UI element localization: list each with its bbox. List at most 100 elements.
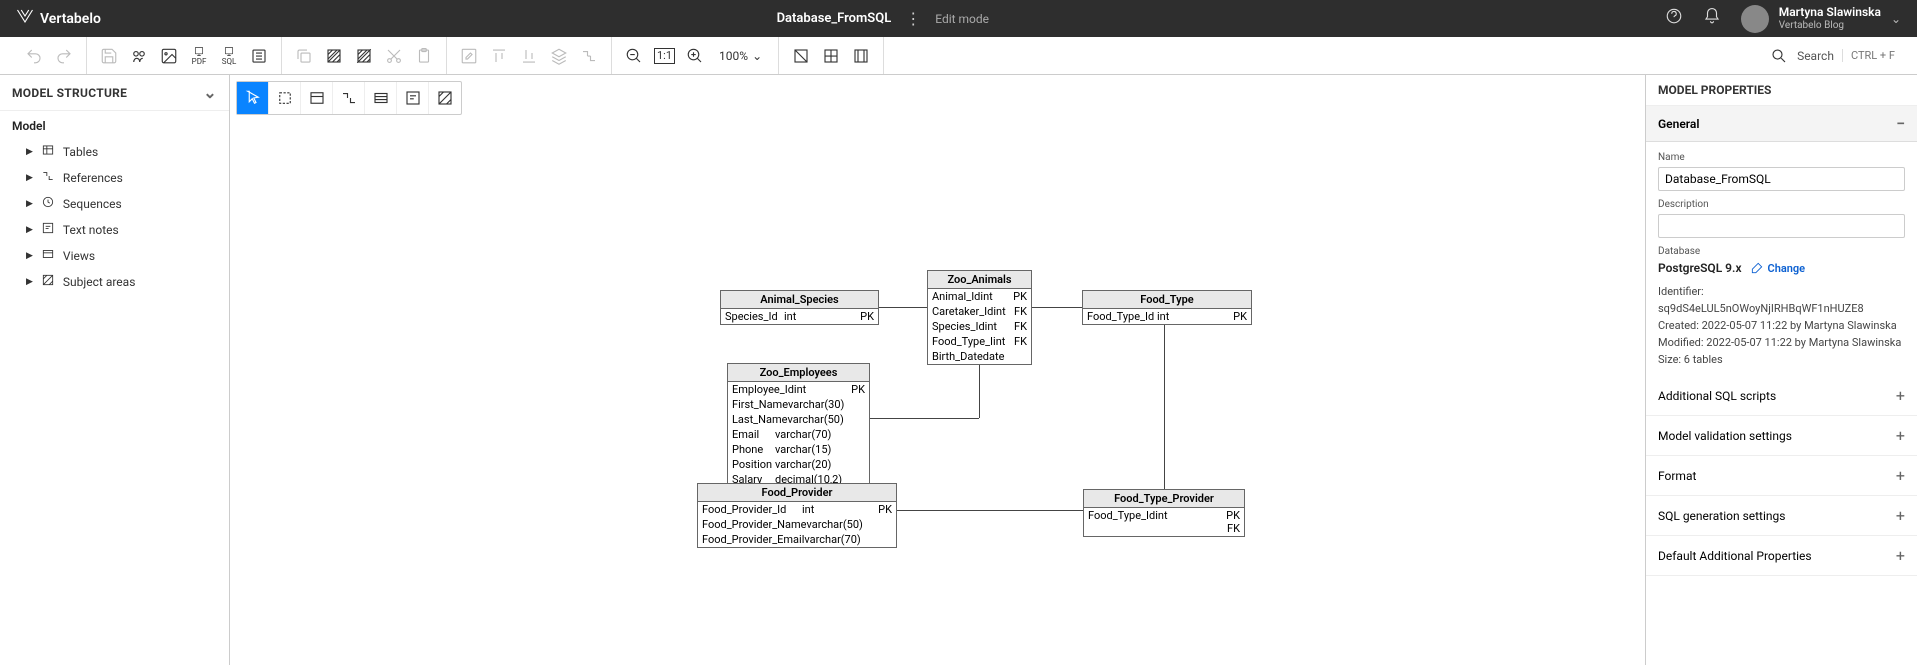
redo-icon[interactable] <box>54 46 74 66</box>
logo[interactable]: Vertabelo <box>16 7 101 30</box>
table-tool[interactable] <box>301 82 333 114</box>
share-icon[interactable] <box>129 46 149 66</box>
logo-icon <box>16 7 34 30</box>
tree-root[interactable]: Model <box>12 119 217 133</box>
align-top-icon[interactable] <box>489 46 509 66</box>
er-table-food_type[interactable]: Food_TypeFood_Type_IdintPK <box>1082 290 1252 325</box>
er-table-zoo_animals[interactable]: Zoo_AnimalsAnimal_IdintPKCaretaker_Idint… <box>927 270 1032 365</box>
general-section-header[interactable]: General − <box>1646 106 1917 142</box>
more-icon[interactable]: ⋮ <box>905 9 921 28</box>
view-tool[interactable] <box>365 82 397 114</box>
created-meta: Created: 2022-05-07 11:22 by Martyna Sla… <box>1658 319 1905 332</box>
reference-tool[interactable] <box>333 82 365 114</box>
search-icon[interactable] <box>1769 46 1789 66</box>
default-additional-section[interactable]: Default Additional Properties + <box>1646 536 1917 576</box>
identifier-value: sq9dS4eLUL5nOWoyNjIRHBqWF1nHUZE8 <box>1658 302 1905 315</box>
er-table-header: Food_Type_Provider <box>1084 490 1244 508</box>
format-section[interactable]: Format + <box>1646 456 1917 496</box>
er-column: Food_Provider_Namevarchar(50) <box>698 517 896 532</box>
image-icon[interactable] <box>159 46 179 66</box>
sql-generation-section[interactable]: SQL generation settings + <box>1646 496 1917 536</box>
topbar-right: Martyna Slawinska Vertabelo Blog ⌄ <box>1665 5 1901 33</box>
select-tool[interactable] <box>269 82 301 114</box>
expand-icon: ▶ <box>26 225 33 235</box>
validation-section[interactable]: Model validation settings + <box>1646 416 1917 456</box>
table-icon <box>41 143 55 161</box>
product-name: Vertabelo <box>40 11 101 27</box>
model-properties-title: MODEL PROPERTIES <box>1646 75 1917 106</box>
expand-icon: ▶ <box>26 199 33 209</box>
er-table-header: Animal_Species <box>721 291 878 309</box>
tree-item-references[interactable]: ▶ References <box>12 165 217 191</box>
zoom-fit-icon[interactable]: 1:1 <box>654 48 675 64</box>
model-structure-header[interactable]: MODEL STRUCTURE ⌄ <box>0 75 229 111</box>
save-icon[interactable] <box>99 46 119 66</box>
user-menu[interactable]: Martyna Slawinska Vertabelo Blog ⌄ <box>1741 5 1901 33</box>
avatar <box>1741 5 1769 33</box>
diagram-canvas[interactable]: Animal_SpeciesSpecies_IdintPK Zoo_Animals… <box>230 75 1645 665</box>
er-table-animal_species[interactable]: Animal_SpeciesSpecies_IdintPK <box>720 290 879 325</box>
er-column: Birth_Datedate <box>928 349 1031 364</box>
search-shortcut: CTRL + F <box>1842 49 1895 62</box>
pointer-tool[interactable] <box>237 82 269 114</box>
er-table-header: Food_Type <box>1083 291 1251 309</box>
er-column: Positionvarchar(20) <box>728 457 869 472</box>
model-tree: Model ▶ Tables ▶ References ▶ Sequences … <box>0 111 229 303</box>
zoom-dropdown[interactable]: 100% ⌄ <box>715 49 766 63</box>
er-table-food_type_provider[interactable]: Food_Type_ProviderFood_Type_IdintPK FK <box>1083 489 1245 537</box>
database-label: Database <box>1658 246 1905 257</box>
sql-label: SQL <box>222 57 237 66</box>
help-icon[interactable] <box>1665 7 1683 30</box>
pdf-export[interactable]: PDF <box>189 46 209 66</box>
hatch-icon[interactable] <box>324 46 344 66</box>
change-database-link[interactable]: Change <box>1750 261 1806 275</box>
theme3-icon[interactable] <box>851 46 871 66</box>
right-panel: MODEL PROPERTIES General − Name Descript… <box>1645 75 1917 665</box>
cut-icon[interactable] <box>384 46 404 66</box>
er-column: Food_Type_IdintPK FK <box>1084 508 1244 536</box>
er-column: Emailvarchar(70) <box>728 427 869 442</box>
expand-icon: ▶ <box>26 277 33 287</box>
er-table-header: Zoo_Employees <box>728 364 869 382</box>
clipboard-icon[interactable] <box>414 46 434 66</box>
er-column: Caretaker_IdintFK <box>928 304 1031 319</box>
er-column: Species_IdintPK <box>721 309 878 324</box>
zoom-out-icon[interactable] <box>624 46 644 66</box>
area-tool[interactable] <box>429 82 461 114</box>
connector-icon[interactable] <box>579 46 599 66</box>
sequence-icon <box>41 195 55 213</box>
model-structure-title: MODEL STRUCTURE <box>12 86 127 100</box>
note-tool[interactable] <box>397 82 429 114</box>
theme2-icon[interactable] <box>821 46 841 66</box>
tree-item-sequences[interactable]: ▶ Sequences <box>12 191 217 217</box>
expand-icon: + <box>1896 386 1905 405</box>
bell-icon[interactable] <box>1703 7 1721 30</box>
expand-icon: ▶ <box>26 251 33 261</box>
er-table-food_provider[interactable]: Food_ProviderFood_Provider_IdintPKFood_P… <box>697 483 897 548</box>
description-input[interactable] <box>1658 214 1905 238</box>
zoom-in-icon[interactable] <box>685 46 705 66</box>
name-input[interactable] <box>1658 167 1905 191</box>
er-column: Food_Type_IdintPK <box>1083 309 1251 324</box>
undo-icon[interactable] <box>24 46 44 66</box>
tree-item-tables[interactable]: ▶ Tables <box>12 139 217 165</box>
align-bottom-icon[interactable] <box>519 46 539 66</box>
er-column: First_Namevarchar(30) <box>728 397 869 412</box>
sql-export[interactable]: SQL <box>219 46 239 66</box>
area-icon <box>41 273 55 291</box>
xml-icon[interactable] <box>249 46 269 66</box>
hatch-slash-icon[interactable] <box>354 46 374 66</box>
search-label[interactable]: Search <box>1797 49 1834 63</box>
theme1-icon[interactable] <box>791 46 811 66</box>
copy-icon[interactable] <box>294 46 314 66</box>
tree-item-views[interactable]: ▶ Views <box>12 243 217 269</box>
er-table-zoo_employees[interactable]: Zoo_EmployeesEmployee_IdintPKFirst_Namev… <box>727 363 870 488</box>
tree-item-text-notes[interactable]: ▶ Text notes <box>12 217 217 243</box>
tree-item-subject-areas[interactable]: ▶ Subject areas <box>12 269 217 295</box>
note-icon <box>41 221 55 239</box>
er-table-header: Zoo_Animals <box>928 271 1031 289</box>
layers-icon[interactable] <box>549 46 569 66</box>
edit-icon[interactable] <box>459 46 479 66</box>
expand-icon: + <box>1896 426 1905 445</box>
additional-sql-section[interactable]: Additional SQL scripts + <box>1646 376 1917 416</box>
